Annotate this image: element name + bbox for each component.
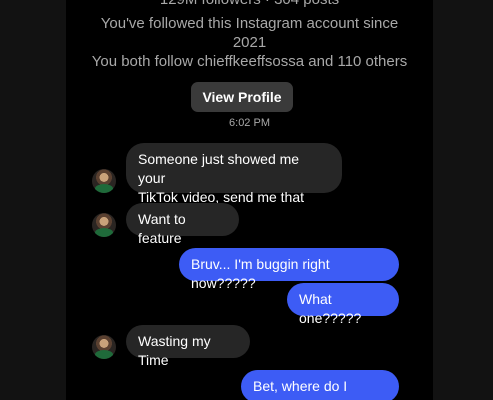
incoming-message[interactable]: Want to feature — [126, 203, 239, 246]
sender-avatar[interactable] — [92, 335, 116, 359]
sender-avatar[interactable] — [92, 213, 116, 237]
followed-since-text: You've followed this Instagram account s… — [100, 15, 399, 32]
incoming-message[interactable]: Someone just showed me your TikTok video… — [126, 143, 342, 224]
outgoing-message[interactable]: Bet, where do I send?? — [241, 370, 399, 400]
outgoing-message[interactable]: Bruv... I'm buggin right now????? — [179, 248, 399, 291]
mutual-followers-text: You both follow chieffkeeffsossa and 110… — [91, 53, 408, 70]
message-timestamp: 6:02 PM — [229, 117, 270, 129]
left-side-panel — [0, 0, 66, 400]
profile-stats: 129M followers · 304 posts — [66, 0, 433, 9]
sender-avatar[interactable] — [92, 169, 116, 193]
view-profile-button[interactable]: View Profile — [191, 82, 293, 112]
outgoing-message[interactable]: What one????? — [287, 283, 399, 326]
profile-info-header: 129M followers · 304 posts You've follow… — [66, 0, 433, 71]
followed-since-year: 2021 — [232, 34, 267, 51]
right-side-panel — [433, 0, 493, 400]
incoming-message[interactable]: Wasting my Time — [126, 325, 250, 368]
dm-thread-screen: 129M followers · 304 posts You've follow… — [0, 0, 493, 400]
